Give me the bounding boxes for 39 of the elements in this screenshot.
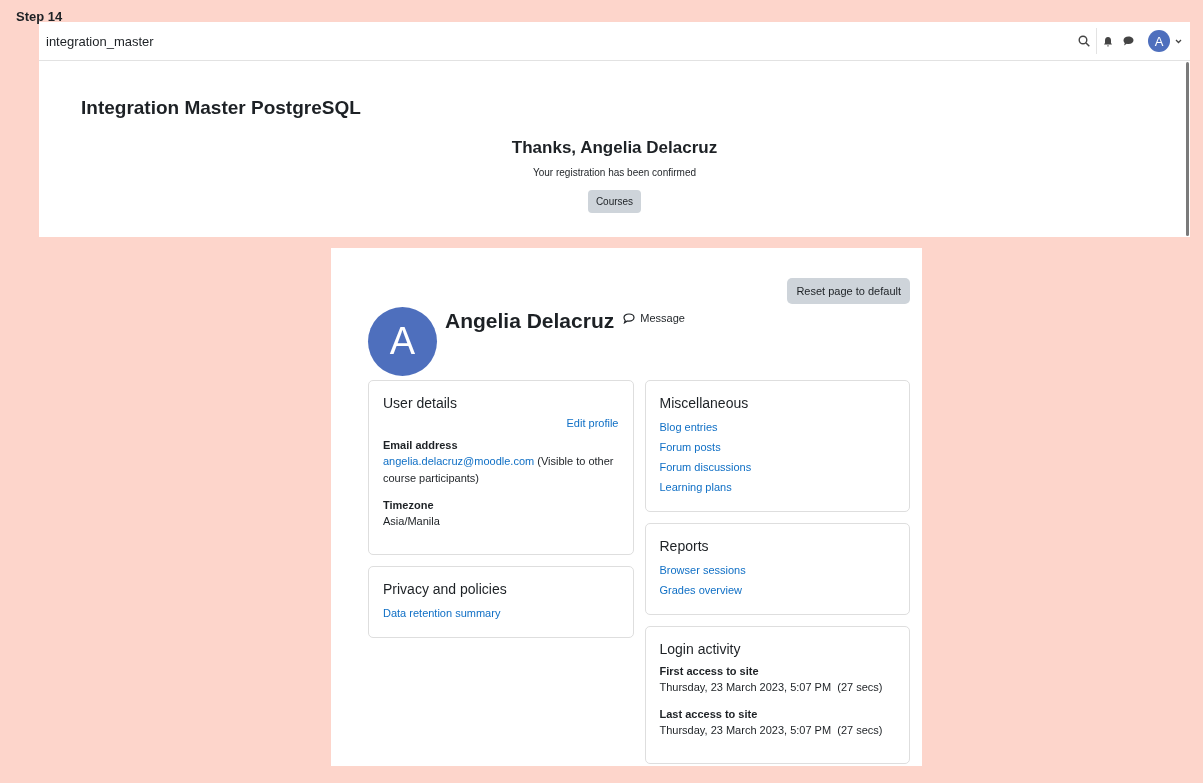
field-label: Last access to site	[659, 707, 759, 722]
caret-icon[interactable]	[1175, 38, 1182, 44]
confirmation-text: Your registration has been confirmed	[532, 167, 697, 178]
email-text: angelia.delacruz@moodle.com (Visible to other course participants)	[383, 454, 615, 486]
edit-profile-link[interactable]: Edit profile	[383, 415, 619, 431]
field-label: Timezone	[383, 498, 435, 513]
search-icon[interactable]	[1078, 35, 1090, 47]
card-link[interactable]: Learning plans	[659, 477, 895, 497]
card-title: Reports	[659, 538, 710, 554]
card-link[interactable]: Grades overview	[659, 580, 895, 600]
courses-button[interactable]: Courses	[587, 190, 642, 213]
field-value: Thursday, 23 March 2023, 5:07 PM (27 secs)	[659, 723, 884, 738]
card-title: Privacy and policies	[383, 581, 508, 597]
scrollbar[interactable]	[1186, 62, 1189, 236]
chat-bubble-icon[interactable]	[1123, 36, 1134, 46]
user-avatar[interactable]: A	[1148, 30, 1170, 52]
field-label: Email address	[383, 438, 459, 453]
speech-bubble-icon[interactable]	[623, 312, 636, 324]
card-link[interactable]: Forum discussions	[659, 457, 895, 477]
field-value: Asia/Manila	[383, 514, 441, 529]
site-name[interactable]: integration_master	[46, 33, 1078, 49]
field-label: First access to site	[659, 664, 760, 679]
card-link[interactable]: Browser sessions	[659, 560, 895, 580]
reset-page-button[interactable]: Reset page to default	[787, 278, 910, 304]
profile-avatar: A	[368, 307, 437, 376]
step-label: Step 14	[15, 8, 64, 22]
thanks-heading: Thanks, Angelia Delacruz	[511, 138, 718, 158]
card-link[interactable]: Data retention summary	[383, 603, 619, 623]
message-link[interactable]: Message	[640, 312, 685, 324]
field-value: Thursday, 23 March 2023, 5:07 PM (27 secs)	[659, 680, 884, 695]
profile-name: Angelia Delacruz	[445, 309, 615, 333]
page-title: Integration Master PostgreSQL	[81, 97, 362, 119]
bell-icon[interactable]	[1103, 35, 1113, 47]
card-title: Login activity	[659, 641, 742, 657]
card-title: Miscellaneous	[659, 395, 750, 411]
card-link[interactable]: Blog entries	[659, 417, 895, 437]
email-link[interactable]: angelia.delacruz@moodle.com	[383, 455, 535, 467]
card-title: User details	[383, 395, 458, 411]
card-link[interactable]: Forum posts	[659, 437, 895, 457]
